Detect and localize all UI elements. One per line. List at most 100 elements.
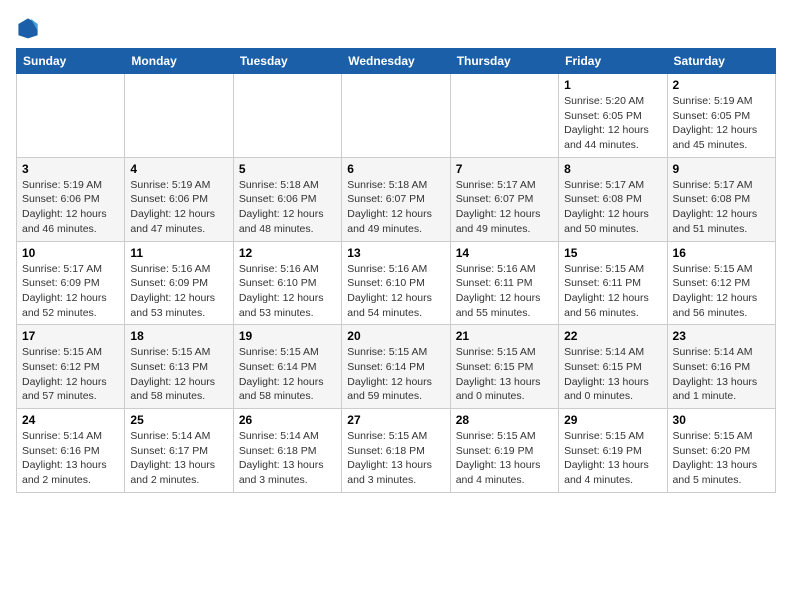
- calendar-cell: 2 Sunrise: 5:19 AM Sunset: 6:05 PM Daylig…: [667, 74, 775, 158]
- calendar-cell: 30Sunrise: 5:15 AM Sunset: 6:20 PM Dayli…: [667, 409, 775, 493]
- day-info: Sunrise: 5:15 AM Sunset: 6:12 PM Dayligh…: [673, 262, 770, 321]
- day-info: Sunrise: 5:14 AM Sunset: 6:16 PM Dayligh…: [673, 345, 770, 404]
- calendar-cell: 24 Sunrise: 5:14 AM Sunset: 6:16 PM Dayli…: [17, 409, 125, 493]
- calendar-cell: 7 Sunrise: 5:17 AM Sunset: 6:07 PM Daylig…: [450, 157, 558, 241]
- day-info: Sunrise: 5:16 AM Sunset: 6:10 PM Dayligh…: [239, 262, 336, 321]
- day-info: Sunrise: 5:16 AM Sunset: 6:11 PM Dayligh…: [456, 262, 553, 321]
- logo: [16, 16, 44, 40]
- weekday-header-saturday: Saturday: [667, 49, 775, 74]
- day-info: Sunrise: 5:17 AM Sunset: 6:08 PM Dayligh…: [673, 178, 770, 237]
- calendar-cell: 28 Sunrise: 5:15 AM Sunset: 6:19 PM Dayli…: [450, 409, 558, 493]
- day-info: Sunrise: 5:14 AM Sunset: 6:18 PM Dayligh…: [239, 429, 336, 488]
- day-number: 20: [347, 329, 444, 343]
- day-number: 11: [130, 246, 227, 260]
- weekday-header-monday: Monday: [125, 49, 233, 74]
- calendar-week-row: 1Sunrise: 5:20 AM Sunset: 6:05 PM Daylig…: [17, 74, 776, 158]
- day-number: 16: [673, 246, 770, 260]
- day-info: Sunrise: 5:15 AM Sunset: 6:12 PM Dayligh…: [22, 345, 119, 404]
- calendar-cell: 26 Sunrise: 5:14 AM Sunset: 6:18 PM Dayli…: [233, 409, 341, 493]
- day-number: 27: [347, 413, 444, 427]
- day-number: 4: [130, 162, 227, 176]
- day-number: 5: [239, 162, 336, 176]
- calendar-cell: 16 Sunrise: 5:15 AM Sunset: 6:12 PM Dayli…: [667, 241, 775, 325]
- day-info: Sunrise: 5:14 AM Sunset: 6:16 PM Dayligh…: [22, 429, 119, 488]
- day-number: 29: [564, 413, 661, 427]
- calendar-week-row: 17 Sunrise: 5:15 AM Sunset: 6:12 PM Dayli…: [17, 325, 776, 409]
- day-info: Sunrise: 5:17 AM Sunset: 6:07 PM Dayligh…: [456, 178, 553, 237]
- calendar-cell: 15 Sunrise: 5:15 AM Sunset: 6:11 PM Dayli…: [559, 241, 667, 325]
- calendar-cell: 13 Sunrise: 5:16 AM Sunset: 6:10 PM Dayli…: [342, 241, 450, 325]
- calendar-cell: 29 Sunrise: 5:15 AM Sunset: 6:19 PM Dayli…: [559, 409, 667, 493]
- day-info: Sunrise: 5:15 AM Sunset: 6:18 PM Dayligh…: [347, 429, 444, 488]
- calendar-cell: 22Sunrise: 5:14 AM Sunset: 6:15 PM Dayli…: [559, 325, 667, 409]
- day-info: Sunrise: 5:15 AM Sunset: 6:15 PM Dayligh…: [456, 345, 553, 404]
- day-number: 13: [347, 246, 444, 260]
- day-number: 3: [22, 162, 119, 176]
- calendar-week-row: 10 Sunrise: 5:17 AM Sunset: 6:09 PM Dayli…: [17, 241, 776, 325]
- calendar-cell: 19 Sunrise: 5:15 AM Sunset: 6:14 PM Dayli…: [233, 325, 341, 409]
- day-number: 21: [456, 329, 553, 343]
- day-info: Sunrise: 5:15 AM Sunset: 6:20 PM Dayligh…: [673, 429, 770, 488]
- day-number: 2: [673, 78, 770, 92]
- calendar-cell: 12 Sunrise: 5:16 AM Sunset: 6:10 PM Dayli…: [233, 241, 341, 325]
- day-number: 9: [673, 162, 770, 176]
- calendar-cell: 10 Sunrise: 5:17 AM Sunset: 6:09 PM Dayli…: [17, 241, 125, 325]
- calendar-cell: 18Sunrise: 5:15 AM Sunset: 6:13 PM Dayli…: [125, 325, 233, 409]
- calendar-cell: 21 Sunrise: 5:15 AM Sunset: 6:15 PM Dayli…: [450, 325, 558, 409]
- weekday-header-tuesday: Tuesday: [233, 49, 341, 74]
- day-number: 23: [673, 329, 770, 343]
- calendar-cell: [450, 74, 558, 158]
- weekday-header-wednesday: Wednesday: [342, 49, 450, 74]
- day-info: Sunrise: 5:15 AM Sunset: 6:11 PM Dayligh…: [564, 262, 661, 321]
- day-number: 22: [564, 329, 661, 343]
- calendar-cell: 8 Sunrise: 5:17 AM Sunset: 6:08 PM Daylig…: [559, 157, 667, 241]
- day-info: Sunrise: 5:14 AM Sunset: 6:17 PM Dayligh…: [130, 429, 227, 488]
- day-info: Sunrise: 5:19 AM Sunset: 6:06 PM Dayligh…: [22, 178, 119, 237]
- day-number: 24: [22, 413, 119, 427]
- day-number: 15: [564, 246, 661, 260]
- day-info: Sunrise: 5:18 AM Sunset: 6:06 PM Dayligh…: [239, 178, 336, 237]
- day-number: 7: [456, 162, 553, 176]
- day-number: 10: [22, 246, 119, 260]
- calendar-cell: [17, 74, 125, 158]
- day-info: Sunrise: 5:16 AM Sunset: 6:09 PM Dayligh…: [130, 262, 227, 321]
- calendar-cell: 17 Sunrise: 5:15 AM Sunset: 6:12 PM Dayli…: [17, 325, 125, 409]
- day-info: Sunrise: 5:15 AM Sunset: 6:14 PM Dayligh…: [347, 345, 444, 404]
- calendar-week-row: 24 Sunrise: 5:14 AM Sunset: 6:16 PM Dayli…: [17, 409, 776, 493]
- calendar-cell: [342, 74, 450, 158]
- page-header: [16, 16, 776, 40]
- day-info: Sunrise: 5:19 AM Sunset: 6:06 PM Dayligh…: [130, 178, 227, 237]
- calendar-cell: 9 Sunrise: 5:17 AM Sunset: 6:08 PM Daylig…: [667, 157, 775, 241]
- day-number: 26: [239, 413, 336, 427]
- calendar-cell: 20 Sunrise: 5:15 AM Sunset: 6:14 PM Dayli…: [342, 325, 450, 409]
- day-info: Sunrise: 5:20 AM Sunset: 6:05 PM Dayligh…: [564, 94, 661, 153]
- weekday-header-sunday: Sunday: [17, 49, 125, 74]
- day-number: 19: [239, 329, 336, 343]
- day-number: 14: [456, 246, 553, 260]
- calendar-cell: 4 Sunrise: 5:19 AM Sunset: 6:06 PM Daylig…: [125, 157, 233, 241]
- calendar-cell: 5 Sunrise: 5:18 AM Sunset: 6:06 PM Daylig…: [233, 157, 341, 241]
- calendar-cell: 25Sunrise: 5:14 AM Sunset: 6:17 PM Dayli…: [125, 409, 233, 493]
- calendar-cell: 11 Sunrise: 5:16 AM Sunset: 6:09 PM Dayli…: [125, 241, 233, 325]
- day-number: 17: [22, 329, 119, 343]
- weekday-header-thursday: Thursday: [450, 49, 558, 74]
- day-number: 12: [239, 246, 336, 260]
- day-info: Sunrise: 5:15 AM Sunset: 6:19 PM Dayligh…: [564, 429, 661, 488]
- day-number: 6: [347, 162, 444, 176]
- weekday-header-friday: Friday: [559, 49, 667, 74]
- day-number: 28: [456, 413, 553, 427]
- day-info: Sunrise: 5:19 AM Sunset: 6:05 PM Dayligh…: [673, 94, 770, 153]
- day-number: 8: [564, 162, 661, 176]
- calendar-table: SundayMondayTuesdayWednesdayThursdayFrid…: [16, 48, 776, 493]
- day-info: Sunrise: 5:15 AM Sunset: 6:14 PM Dayligh…: [239, 345, 336, 404]
- day-info: Sunrise: 5:17 AM Sunset: 6:09 PM Dayligh…: [22, 262, 119, 321]
- calendar-cell: 3 Sunrise: 5:19 AM Sunset: 6:06 PM Daylig…: [17, 157, 125, 241]
- day-info: Sunrise: 5:17 AM Sunset: 6:08 PM Dayligh…: [564, 178, 661, 237]
- logo-icon: [16, 16, 40, 40]
- calendar-cell: 6 Sunrise: 5:18 AM Sunset: 6:07 PM Daylig…: [342, 157, 450, 241]
- day-info: Sunrise: 5:15 AM Sunset: 6:19 PM Dayligh…: [456, 429, 553, 488]
- calendar-week-row: 3 Sunrise: 5:19 AM Sunset: 6:06 PM Daylig…: [17, 157, 776, 241]
- day-info: Sunrise: 5:18 AM Sunset: 6:07 PM Dayligh…: [347, 178, 444, 237]
- day-info: Sunrise: 5:16 AM Sunset: 6:10 PM Dayligh…: [347, 262, 444, 321]
- calendar-cell: 1Sunrise: 5:20 AM Sunset: 6:05 PM Daylig…: [559, 74, 667, 158]
